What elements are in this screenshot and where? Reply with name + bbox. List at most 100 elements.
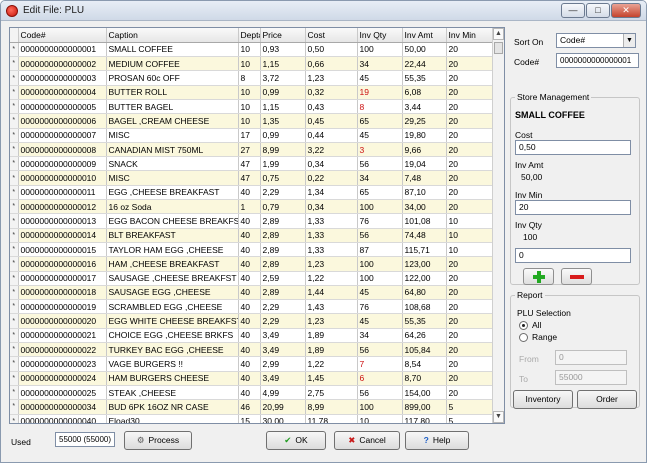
ok-button[interactable]: ✔ OK [266, 431, 326, 450]
table-row[interactable]: * 0000000000000024 HAM BURGERS CHEESE 40 3,4… [10, 371, 494, 386]
cell-price[interactable]: 1,15 [260, 56, 306, 72]
inv-adjust-input[interactable]: 0 [515, 248, 631, 263]
cell-cost[interactable]: 0,50 [305, 42, 358, 58]
cell-caption[interactable]: HAM BURGERS CHEESE [106, 371, 239, 386]
row-indicator[interactable]: * [10, 142, 19, 158]
cell-dept[interactable]: 40 [238, 213, 261, 229]
cell-price[interactable]: 0,79 [260, 199, 306, 215]
help-button[interactable]: ? Help [405, 431, 469, 450]
cell-inv-min[interactable]: 20 [446, 285, 494, 301]
table-row[interactable]: * 0000000000000034 BUD 6PK 16OZ NR CASE 46 2… [10, 399, 494, 415]
cell-inv-min[interactable]: 20 [446, 56, 494, 72]
cell-dept[interactable]: 40 [238, 356, 261, 372]
cell-caption[interactable]: BLT BREAKFAST [106, 228, 239, 243]
cell-code[interactable]: 0000000000000014 [18, 228, 107, 243]
column-header-cost[interactable]: Cost [305, 28, 358, 43]
cell-code[interactable]: 0000000000000011 [18, 185, 107, 201]
cancel-button[interactable]: ✖ Cancel [334, 431, 400, 450]
cell-code[interactable]: 0000000000000020 [18, 313, 107, 329]
cell-dept[interactable]: 10 [238, 113, 261, 129]
cell-price[interactable]: 3,49 [260, 328, 306, 344]
cell-dept[interactable]: 40 [238, 228, 261, 243]
inv-min-input[interactable]: 20 [515, 200, 631, 215]
column-header-inv-min[interactable]: Inv Min [446, 28, 494, 43]
cell-cost[interactable]: 1,34 [305, 185, 358, 201]
cell-caption[interactable]: PROSAN 60c OFF [106, 70, 239, 86]
cell-dept[interactable]: 40 [238, 342, 261, 358]
maximize-button[interactable]: □ [586, 3, 610, 18]
cell-inv-min[interactable]: 10 [446, 242, 494, 258]
cell-inv-amt[interactable]: 64,26 [402, 328, 447, 344]
cell-inv-min[interactable]: 20 [446, 199, 494, 215]
cell-code[interactable]: 0000000000000008 [18, 142, 107, 158]
cell-code[interactable]: 0000000000000017 [18, 271, 107, 286]
cell-price[interactable]: 1,15 [260, 99, 306, 115]
table-row[interactable]: * 0000000000000002 MEDIUM COFFEE 10 1,15 0,66… [10, 56, 494, 72]
to-input[interactable]: 55000 [555, 370, 627, 385]
cell-inv-amt[interactable]: 3,44 [402, 99, 447, 115]
cell-cost[interactable]: 1,23 [305, 313, 358, 329]
cell-inv-qty[interactable]: 100 [357, 271, 403, 286]
cell-cost[interactable]: 3,22 [305, 142, 358, 158]
cell-inv-qty[interactable]: 100 [357, 256, 403, 272]
cell-inv-qty[interactable]: 34 [357, 328, 403, 344]
row-indicator[interactable]: * [10, 356, 19, 372]
table-row[interactable]: * 0000000000000009 SNACK 47 1,99 0,34 56 19,04 2… [10, 156, 494, 172]
cell-price[interactable]: 8,99 [260, 142, 306, 158]
cell-inv-min[interactable]: 20 [446, 42, 494, 58]
cell-inv-amt[interactable]: 115,71 [402, 242, 447, 258]
cell-code[interactable]: 0000000000000005 [18, 99, 107, 115]
cell-dept[interactable]: 15 [238, 414, 261, 423]
cell-cost[interactable]: 1,22 [305, 271, 358, 286]
cell-caption[interactable]: BUTTER BAGEL [106, 99, 239, 115]
cell-code[interactable]: 0000000000000016 [18, 256, 107, 272]
add-inventory-button[interactable] [523, 268, 554, 285]
cell-inv-min[interactable]: 20 [446, 356, 494, 372]
cell-inv-amt[interactable]: 74,48 [402, 228, 447, 243]
cell-inv-qty[interactable]: 56 [357, 342, 403, 358]
cell-inv-min[interactable]: 20 [446, 299, 494, 315]
cell-inv-amt[interactable]: 105,84 [402, 342, 447, 358]
from-input[interactable]: 0 [555, 350, 627, 365]
cell-dept[interactable]: 10 [238, 56, 261, 72]
cell-price[interactable]: 2,29 [260, 185, 306, 201]
cell-inv-amt[interactable]: 8,54 [402, 356, 447, 372]
cell-inv-amt[interactable]: 19,04 [402, 156, 447, 172]
cell-inv-qty[interactable]: 45 [357, 313, 403, 329]
cell-code[interactable]: 0000000000000013 [18, 213, 107, 229]
cell-cost[interactable]: 0,22 [305, 170, 358, 186]
close-button[interactable]: ✕ [611, 3, 641, 18]
table-row[interactable]: * 0000000000000005 BUTTER BAGEL 10 1,15 0,43 8… [10, 99, 494, 115]
cell-code[interactable]: 0000000000000019 [18, 299, 107, 315]
cell-code[interactable]: 0000000000000006 [18, 113, 107, 129]
cell-caption[interactable]: SAUSAGE ,CHEESE BREAKFST [106, 271, 239, 286]
cell-inv-min[interactable]: 20 [446, 85, 494, 100]
minimize-button[interactable]: — [561, 3, 585, 18]
table-row[interactable]: * 0000000000000013 EGG BACON CHEESE BREAKF… [10, 213, 494, 229]
cell-code[interactable]: 0000000000000010 [18, 170, 107, 186]
sort-on-select[interactable]: Code# ▼ [556, 33, 636, 48]
cell-inv-qty[interactable]: 56 [357, 385, 403, 401]
cell-cost[interactable]: 1,89 [305, 342, 358, 358]
cell-code[interactable]: 0000000000000022 [18, 342, 107, 358]
scroll-down-arrow-icon[interactable]: ▼ [493, 411, 504, 423]
cell-inv-qty[interactable]: 45 [357, 128, 403, 143]
chevron-down-icon[interactable]: ▼ [623, 34, 635, 47]
cell-cost[interactable]: 1,33 [305, 213, 358, 229]
cell-inv-qty[interactable]: 45 [357, 70, 403, 86]
cell-cost[interactable]: 8,99 [305, 399, 358, 415]
cell-inv-amt[interactable]: 6,08 [402, 85, 447, 100]
cell-inv-amt[interactable]: 154,00 [402, 385, 447, 401]
cell-inv-amt[interactable]: 64,80 [402, 285, 447, 301]
cell-price[interactable]: 2,89 [260, 285, 306, 301]
row-indicator[interactable]: * [10, 128, 19, 143]
cell-caption[interactable]: MEDIUM COFFEE [106, 56, 239, 72]
cell-dept[interactable]: 27 [238, 142, 261, 158]
cell-dept[interactable]: 40 [238, 242, 261, 258]
cell-price[interactable]: 2,99 [260, 356, 306, 372]
column-header-caption[interactable]: Caption [106, 28, 239, 43]
cell-cost[interactable]: 11,78 [305, 414, 358, 423]
cell-inv-min[interactable]: 10 [446, 228, 494, 243]
cell-dept[interactable]: 47 [238, 170, 261, 186]
table-row[interactable]: * 0000000000000014 BLT BREAKFAST 40 2,89 1,33… [10, 228, 494, 243]
